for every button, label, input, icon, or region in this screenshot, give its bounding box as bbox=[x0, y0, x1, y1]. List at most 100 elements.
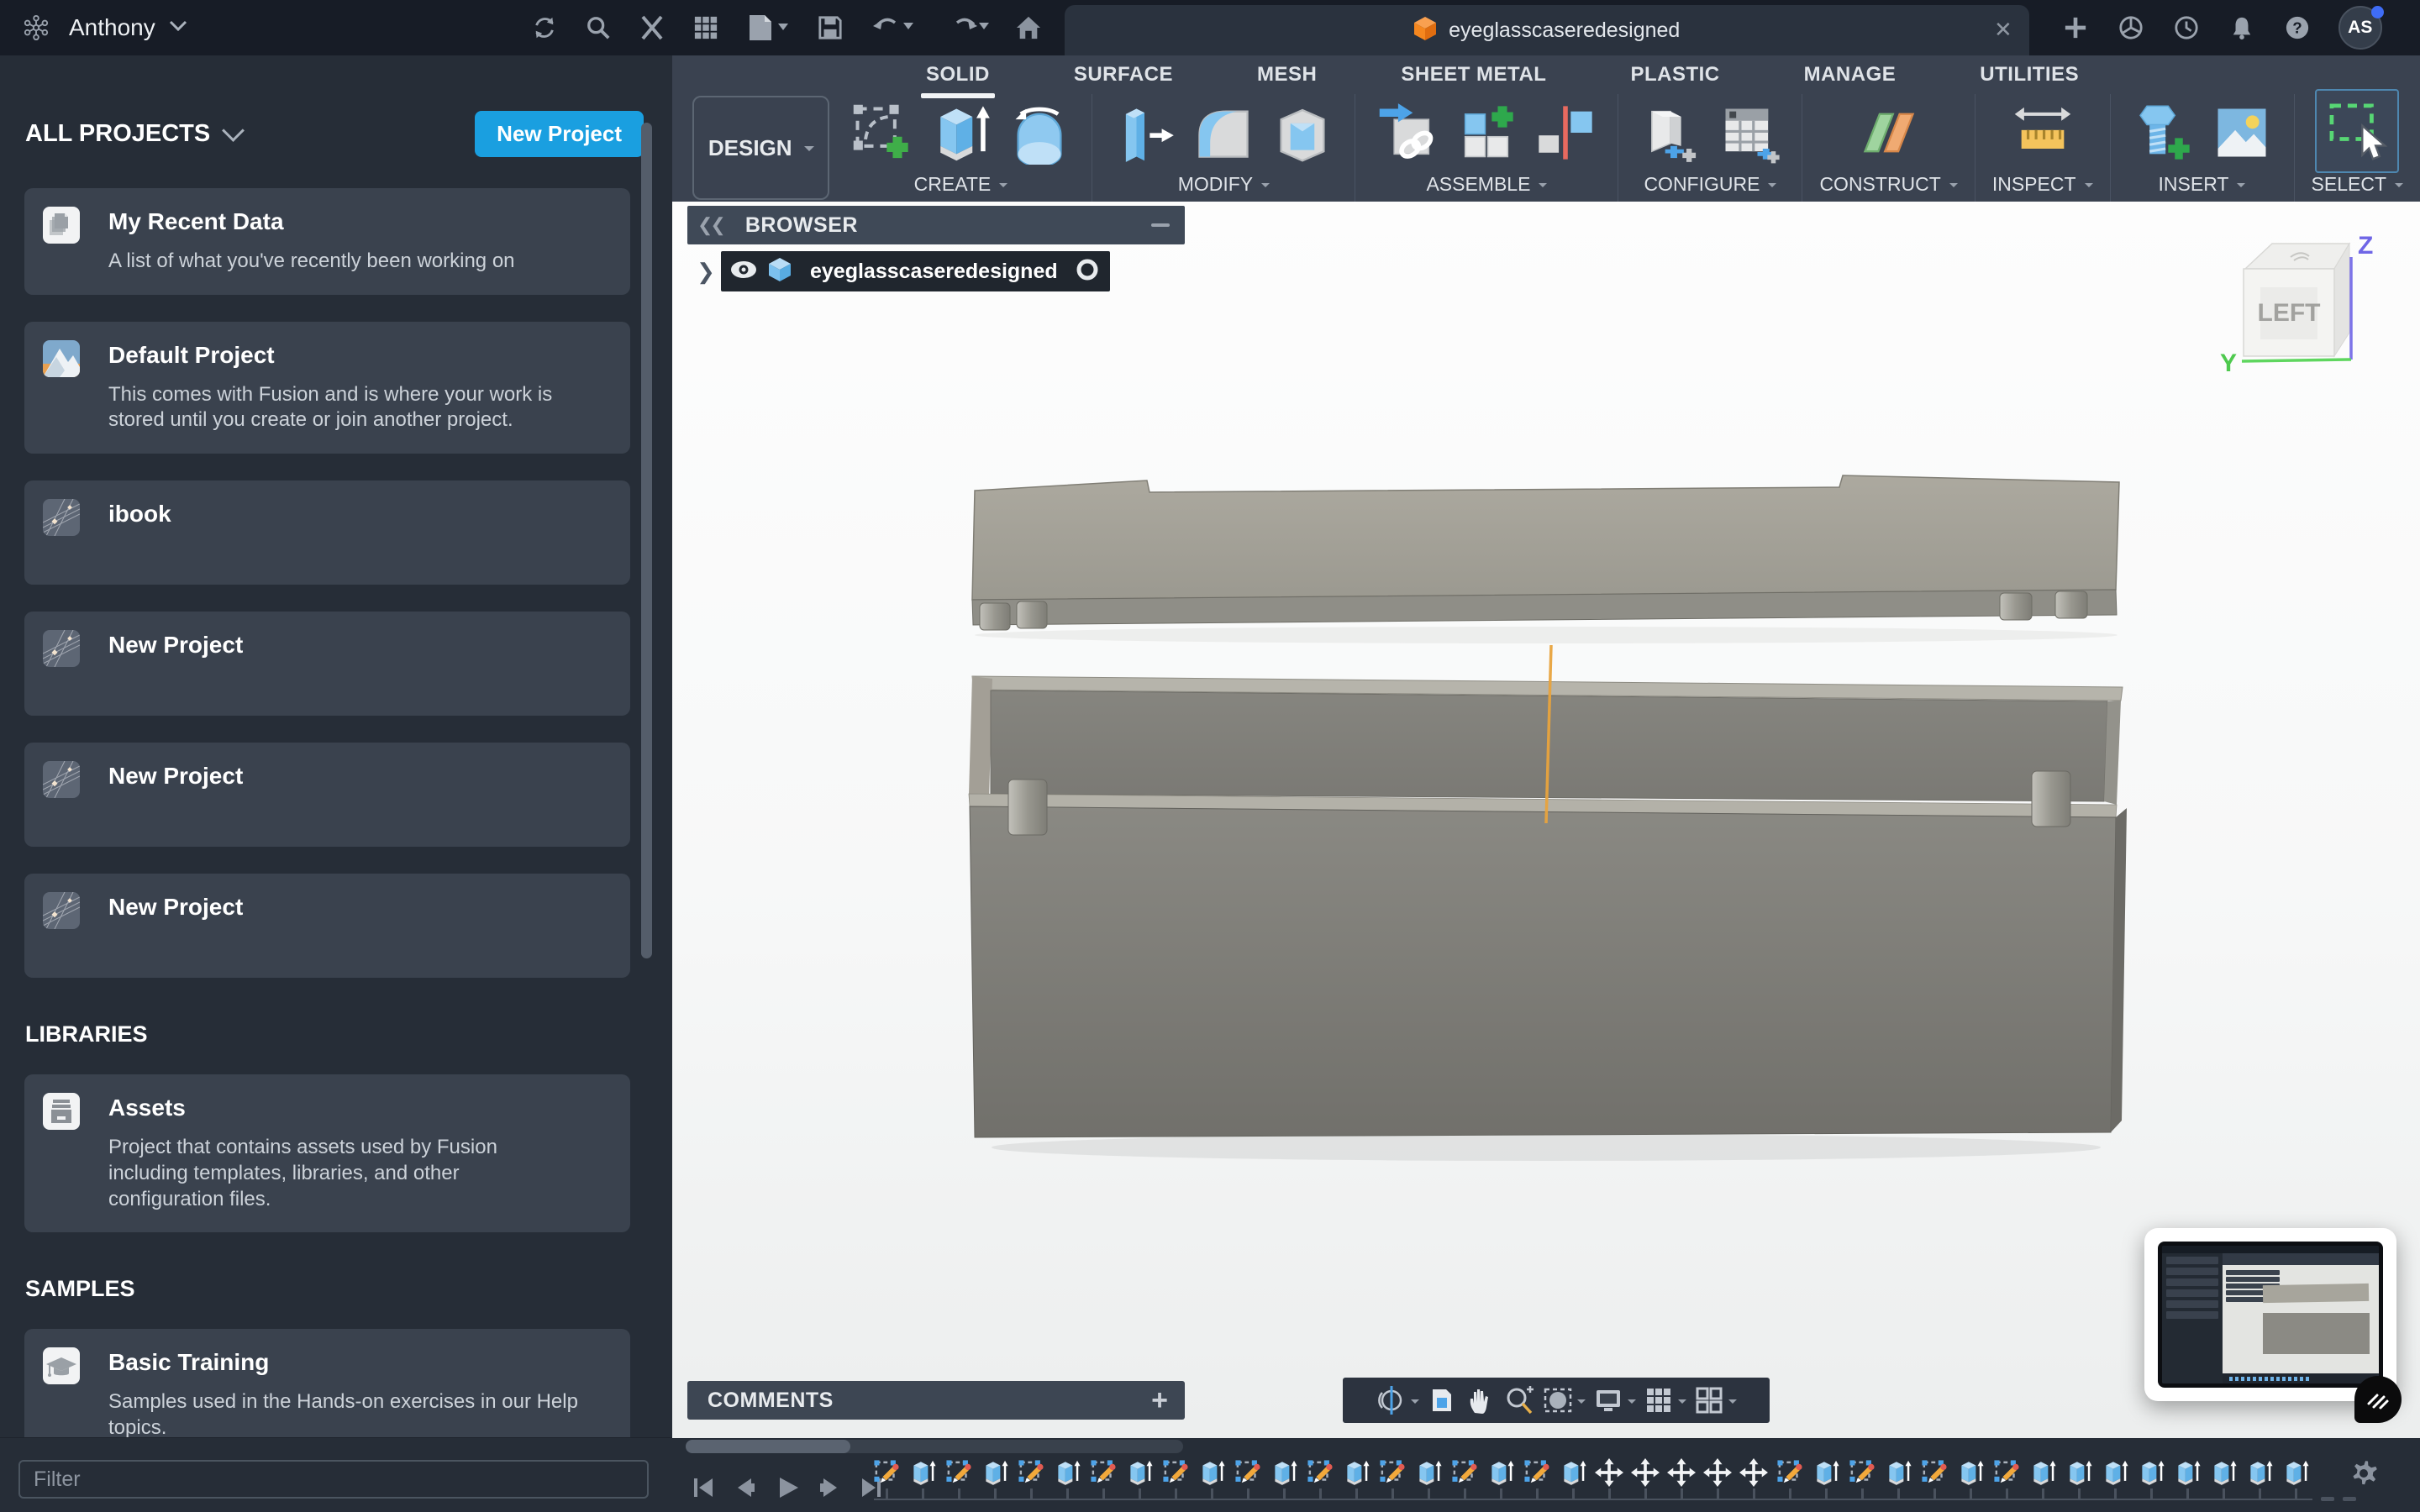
timeline-feature[interactable] bbox=[2281, 1458, 2310, 1499]
search-icon[interactable] bbox=[584, 13, 613, 42]
tool-button[interactable] bbox=[2128, 97, 2198, 168]
user-menu-chevron-icon[interactable] bbox=[169, 20, 187, 36]
timeline-feature[interactable] bbox=[1378, 1458, 1407, 1499]
extensions-icon[interactable] bbox=[2117, 13, 2145, 42]
ribbon-tab[interactable]: MANAGE bbox=[1802, 58, 1898, 92]
tool-button[interactable] bbox=[1714, 97, 1785, 168]
redo-icon[interactable] bbox=[942, 13, 989, 42]
activate-radio-icon[interactable] bbox=[1076, 259, 1098, 285]
orbit-tool-icon[interactable] bbox=[1376, 1384, 1419, 1416]
display-settings-icon[interactable] bbox=[1592, 1384, 1636, 1416]
timeline-feature[interactable] bbox=[1161, 1458, 1190, 1499]
step-forward-button[interactable] bbox=[815, 1473, 844, 1502]
ribbon-tab[interactable]: PLASTIC bbox=[1628, 58, 1721, 92]
ribbon-tab[interactable]: SHEET METAL bbox=[1399, 58, 1548, 92]
viewports-icon[interactable] bbox=[1693, 1384, 1737, 1416]
play-button[interactable] bbox=[773, 1473, 802, 1502]
group-select-label[interactable]: SELECT bbox=[2312, 173, 2403, 196]
tool-button[interactable] bbox=[925, 97, 996, 168]
project-card[interactable]: New Project bbox=[24, 743, 630, 847]
ribbon-tab[interactable]: UTILITIES bbox=[1978, 58, 2081, 92]
timeline-feature[interactable] bbox=[1559, 1458, 1587, 1499]
history-icon[interactable] bbox=[2172, 13, 2201, 42]
home-icon[interactable] bbox=[1014, 13, 1043, 42]
timeline-feature[interactable] bbox=[1450, 1458, 1479, 1499]
timeline-feature[interactable] bbox=[1089, 1458, 1118, 1499]
timeline-feature[interactable] bbox=[1848, 1458, 1876, 1499]
app-grid-icon[interactable] bbox=[692, 13, 720, 42]
group-configure-label[interactable]: CONFIGURE bbox=[1644, 173, 1776, 196]
timeline-feature[interactable] bbox=[2209, 1458, 2238, 1499]
timeline-feature[interactable] bbox=[2173, 1458, 2202, 1499]
close-icon[interactable] bbox=[638, 13, 666, 42]
minimize-icon[interactable] bbox=[1151, 223, 1170, 227]
group-modify-label[interactable]: MODIFY bbox=[1178, 173, 1270, 196]
help-icon[interactable]: ? bbox=[2283, 13, 2312, 42]
timeline-feature[interactable] bbox=[1306, 1458, 1334, 1499]
timeline-feature[interactable] bbox=[1197, 1458, 1226, 1499]
timeline-settings-gear-icon[interactable] bbox=[2346, 1456, 2381, 1495]
tool-button[interactable] bbox=[2315, 89, 2399, 173]
sample-card[interactable]: Basic Training Samples used in the Hands… bbox=[24, 1329, 630, 1438]
timeline-feature[interactable] bbox=[908, 1458, 937, 1499]
group-insert-label[interactable]: INSERT bbox=[2159, 173, 2246, 196]
sync-icon[interactable] bbox=[530, 13, 559, 42]
undo-icon[interactable] bbox=[870, 13, 917, 42]
grid-settings-icon[interactable] bbox=[1643, 1384, 1686, 1416]
tool-button[interactable] bbox=[846, 97, 917, 168]
expand-icon[interactable]: ❯ bbox=[687, 259, 721, 285]
step-back-button[interactable] bbox=[731, 1473, 760, 1502]
all-projects-dropdown[interactable]: ALL PROJECTS bbox=[25, 120, 241, 148]
timeline-feature[interactable] bbox=[1595, 1458, 1623, 1499]
tool-button[interactable] bbox=[1635, 97, 1706, 168]
user-menu[interactable]: Anthony bbox=[69, 14, 155, 41]
new-tab-icon[interactable] bbox=[2061, 13, 2090, 42]
new-file-icon[interactable] bbox=[745, 13, 791, 42]
timeline-feature[interactable] bbox=[1270, 1458, 1298, 1499]
browser-root-name[interactable]: eyeglasscaseredesigned bbox=[802, 260, 1066, 284]
tool-button[interactable] bbox=[1372, 97, 1443, 168]
panel-scrollbar[interactable] bbox=[641, 123, 652, 958]
fit-icon[interactable] bbox=[1542, 1384, 1586, 1416]
timeline-feature[interactable] bbox=[981, 1458, 1009, 1499]
tool-button[interactable] bbox=[1451, 97, 1522, 168]
browser-root-row[interactable]: ❯ eyeglasscaseredesigned bbox=[687, 251, 1185, 291]
tool-button[interactable] bbox=[1188, 97, 1259, 168]
tool-button[interactable] bbox=[1267, 97, 1338, 168]
timeline-feature[interactable] bbox=[1884, 1458, 1912, 1499]
timeline-feature[interactable] bbox=[2101, 1458, 2129, 1499]
notifications-bell-icon[interactable] bbox=[2228, 13, 2256, 42]
workspace-switcher[interactable]: DESIGN bbox=[692, 96, 829, 200]
collapse-panel-icon[interactable]: ❮❮ bbox=[697, 214, 723, 236]
group-construct-label[interactable]: CONSTRUCT bbox=[1819, 173, 1957, 196]
filter-input[interactable] bbox=[18, 1460, 649, 1499]
tool-button[interactable] bbox=[2007, 97, 2078, 168]
project-card[interactable]: New Project bbox=[24, 612, 630, 716]
timeline-feature[interactable] bbox=[1053, 1458, 1081, 1499]
group-inspect-label[interactable]: INSPECT bbox=[1992, 173, 2093, 196]
timeline-feature[interactable] bbox=[1920, 1458, 1949, 1499]
timeline-feature[interactable] bbox=[1739, 1458, 1768, 1499]
timeline-feature[interactable] bbox=[944, 1458, 973, 1499]
pip-thumbnail[interactable] bbox=[2144, 1228, 2396, 1401]
timeline-feature[interactable] bbox=[1812, 1458, 1840, 1499]
zoom-icon[interactable] bbox=[1503, 1384, 1535, 1416]
timeline-feature[interactable] bbox=[1017, 1458, 1045, 1499]
visibility-eye-icon[interactable] bbox=[729, 260, 758, 284]
timeline-feature[interactable] bbox=[1667, 1458, 1696, 1499]
ribbon-tab[interactable]: MESH bbox=[1255, 58, 1318, 92]
timeline-feature[interactable] bbox=[2137, 1458, 2165, 1499]
pan-icon[interactable] bbox=[1465, 1384, 1497, 1416]
timeline-feature[interactable] bbox=[1956, 1458, 1985, 1499]
timeline-feature[interactable] bbox=[1234, 1458, 1262, 1499]
tool-button[interactable] bbox=[1530, 97, 1601, 168]
browser-header[interactable]: ❮❮ BROWSER bbox=[687, 206, 1185, 244]
timeline-feature[interactable] bbox=[2245, 1458, 2274, 1499]
ribbon-tab[interactable]: SOLID bbox=[924, 58, 992, 92]
ribbon-tab[interactable]: SURFACE bbox=[1072, 58, 1175, 92]
timeline-feature[interactable] bbox=[1414, 1458, 1443, 1499]
library-card[interactable]: Assets Project that contains assets used… bbox=[24, 1074, 630, 1232]
group-create-label[interactable]: CREATE bbox=[914, 173, 1008, 196]
new-project-button[interactable]: New Project bbox=[475, 111, 644, 157]
tab-close-icon[interactable]: ✕ bbox=[1994, 18, 2012, 40]
